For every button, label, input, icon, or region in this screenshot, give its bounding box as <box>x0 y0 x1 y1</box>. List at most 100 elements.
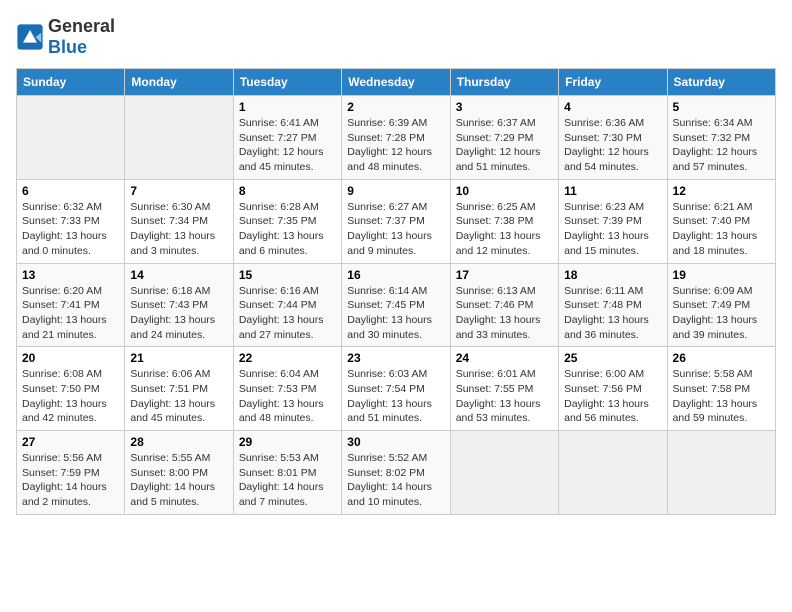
day-number: 21 <box>130 351 227 365</box>
calendar-cell: 20Sunrise: 6:08 AM Sunset: 7:50 PM Dayli… <box>17 347 125 431</box>
day-info: Sunrise: 6:21 AM Sunset: 7:40 PM Dayligh… <box>673 200 770 259</box>
day-number: 8 <box>239 184 336 198</box>
calendar-cell <box>17 96 125 180</box>
day-info: Sunrise: 6:13 AM Sunset: 7:46 PM Dayligh… <box>456 284 553 343</box>
day-info: Sunrise: 6:27 AM Sunset: 7:37 PM Dayligh… <box>347 200 444 259</box>
day-info: Sunrise: 6:41 AM Sunset: 7:27 PM Dayligh… <box>239 116 336 175</box>
day-info: Sunrise: 6:04 AM Sunset: 7:53 PM Dayligh… <box>239 367 336 426</box>
logo-blue: Blue <box>48 37 87 57</box>
day-number: 6 <box>22 184 119 198</box>
calendar-col-header: Wednesday <box>342 69 450 96</box>
calendar-cell: 24 Sunrise: 6:01 AM Sunset: 7:55 PM Dayli… <box>450 347 558 431</box>
day-number: 12 <box>673 184 770 198</box>
day-number: 19 <box>673 268 770 282</box>
day-info: Sunrise: 6:03 AM Sunset: 7:54 PM Dayligh… <box>347 367 444 426</box>
day-number: 23 <box>347 351 444 365</box>
calendar-cell: 14 Sunrise: 6:18 AM Sunset: 7:43 PM Dayli… <box>125 263 233 347</box>
day-info: Sunrise: 6:39 AM Sunset: 7:28 PM Dayligh… <box>347 116 444 175</box>
page-header: General Blue <box>16 16 776 58</box>
calendar-cell <box>559 431 667 515</box>
day-number: 22 <box>239 351 336 365</box>
calendar-cell: 5 Sunrise: 6:34 AM Sunset: 7:32 PM Daylig… <box>667 96 775 180</box>
day-info: Sunrise: 5:56 AM Sunset: 7:59 PM Dayligh… <box>22 451 119 510</box>
calendar-cell: 30Sunrise: 5:52 AM Sunset: 8:02 PM Dayli… <box>342 431 450 515</box>
day-info: Sunrise: 6:37 AM Sunset: 7:29 PM Dayligh… <box>456 116 553 175</box>
day-number: 16 <box>347 268 444 282</box>
day-info: Sunrise: 5:58 AM Sunset: 7:58 PM Dayligh… <box>673 367 770 426</box>
day-info: Sunrise: 6:32 AM Sunset: 7:33 PM Dayligh… <box>22 200 119 259</box>
calendar-cell: 8 Sunrise: 6:28 AM Sunset: 7:35 PM Daylig… <box>233 179 341 263</box>
calendar-cell: 16 Sunrise: 6:14 AM Sunset: 7:45 PM Dayli… <box>342 263 450 347</box>
calendar-cell: 21Sunrise: 6:06 AM Sunset: 7:51 PM Dayli… <box>125 347 233 431</box>
day-info: Sunrise: 6:16 AM Sunset: 7:44 PM Dayligh… <box>239 284 336 343</box>
day-info: Sunrise: 6:14 AM Sunset: 7:45 PM Dayligh… <box>347 284 444 343</box>
calendar-cell: 26 Sunrise: 5:58 AM Sunset: 7:58 PM Dayli… <box>667 347 775 431</box>
day-number: 28 <box>130 435 227 449</box>
calendar-cell: 29 Sunrise: 5:53 AM Sunset: 8:01 PM Dayli… <box>233 431 341 515</box>
day-number: 25 <box>564 351 661 365</box>
logo-general: General <box>48 16 115 36</box>
calendar-cell: 23 Sunrise: 6:03 AM Sunset: 7:54 PM Dayli… <box>342 347 450 431</box>
day-info: Sunrise: 6:11 AM Sunset: 7:48 PM Dayligh… <box>564 284 661 343</box>
calendar-cell: 1 Sunrise: 6:41 AM Sunset: 7:27 PM Daylig… <box>233 96 341 180</box>
calendar-cell: 19 Sunrise: 6:09 AM Sunset: 7:49 PM Dayli… <box>667 263 775 347</box>
calendar-col-header: Tuesday <box>233 69 341 96</box>
calendar-cell: 9 Sunrise: 6:27 AM Sunset: 7:37 PM Daylig… <box>342 179 450 263</box>
day-number: 11 <box>564 184 661 198</box>
calendar-cell: 3Sunrise: 6:37 AM Sunset: 7:29 PM Daylig… <box>450 96 558 180</box>
day-info: Sunrise: 6:01 AM Sunset: 7:55 PM Dayligh… <box>456 367 553 426</box>
day-number: 26 <box>673 351 770 365</box>
day-info: Sunrise: 6:30 AM Sunset: 7:34 PM Dayligh… <box>130 200 227 259</box>
day-info: Sunrise: 6:09 AM Sunset: 7:49 PM Dayligh… <box>673 284 770 343</box>
day-number: 10 <box>456 184 553 198</box>
day-info: Sunrise: 5:55 AM Sunset: 8:00 PM Dayligh… <box>130 451 227 510</box>
day-info: Sunrise: 5:53 AM Sunset: 8:01 PM Dayligh… <box>239 451 336 510</box>
calendar-cell: 25 Sunrise: 6:00 AM Sunset: 7:56 PM Dayli… <box>559 347 667 431</box>
calendar-cell: 12 Sunrise: 6:21 AM Sunset: 7:40 PM Dayli… <box>667 179 775 263</box>
calendar-cell: 22 Sunrise: 6:04 AM Sunset: 7:53 PM Dayli… <box>233 347 341 431</box>
day-info: Sunrise: 6:28 AM Sunset: 7:35 PM Dayligh… <box>239 200 336 259</box>
day-number: 1 <box>239 100 336 114</box>
day-number: 7 <box>130 184 227 198</box>
calendar-cell <box>450 431 558 515</box>
day-number: 24 <box>456 351 553 365</box>
day-number: 13 <box>22 268 119 282</box>
day-number: 30 <box>347 435 444 449</box>
day-number: 2 <box>347 100 444 114</box>
calendar-cell: 7 Sunrise: 6:30 AM Sunset: 7:34 PM Daylig… <box>125 179 233 263</box>
calendar-cell: 6 Sunrise: 6:32 AM Sunset: 7:33 PM Daylig… <box>17 179 125 263</box>
day-info: Sunrise: 6:23 AM Sunset: 7:39 PM Dayligh… <box>564 200 661 259</box>
calendar-week-row: 6 Sunrise: 6:32 AM Sunset: 7:33 PM Daylig… <box>17 179 776 263</box>
calendar-col-header: Saturday <box>667 69 775 96</box>
calendar-cell <box>667 431 775 515</box>
calendar-cell: 15 Sunrise: 6:16 AM Sunset: 7:44 PM Dayli… <box>233 263 341 347</box>
calendar-cell: 27 Sunrise: 5:56 AM Sunset: 7:59 PM Dayli… <box>17 431 125 515</box>
calendar-cell: 10 Sunrise: 6:25 AM Sunset: 7:38 PM Dayli… <box>450 179 558 263</box>
day-number: 29 <box>239 435 336 449</box>
calendar-col-header: Thursday <box>450 69 558 96</box>
day-info: Sunrise: 6:18 AM Sunset: 7:43 PM Dayligh… <box>130 284 227 343</box>
day-info: Sunrise: 6:08 AM Sunset: 7:50 PM Dayligh… <box>22 367 119 426</box>
day-number: 14 <box>130 268 227 282</box>
calendar-col-header: Friday <box>559 69 667 96</box>
logo: General Blue <box>16 16 115 58</box>
calendar-cell: 2 Sunrise: 6:39 AM Sunset: 7:28 PM Daylig… <box>342 96 450 180</box>
day-number: 5 <box>673 100 770 114</box>
calendar-week-row: 13Sunrise: 6:20 AM Sunset: 7:41 PM Dayli… <box>17 263 776 347</box>
day-number: 17 <box>456 268 553 282</box>
day-number: 4 <box>564 100 661 114</box>
calendar-header-row: SundayMondayTuesdayWednesdayThursdayFrid… <box>17 69 776 96</box>
day-info: Sunrise: 6:36 AM Sunset: 7:30 PM Dayligh… <box>564 116 661 175</box>
day-number: 9 <box>347 184 444 198</box>
calendar-week-row: 20Sunrise: 6:08 AM Sunset: 7:50 PM Dayli… <box>17 347 776 431</box>
day-number: 27 <box>22 435 119 449</box>
calendar-cell <box>125 96 233 180</box>
day-info: Sunrise: 6:00 AM Sunset: 7:56 PM Dayligh… <box>564 367 661 426</box>
day-number: 15 <box>239 268 336 282</box>
calendar-cell: 13Sunrise: 6:20 AM Sunset: 7:41 PM Dayli… <box>17 263 125 347</box>
day-info: Sunrise: 6:25 AM Sunset: 7:38 PM Dayligh… <box>456 200 553 259</box>
calendar-table: SundayMondayTuesdayWednesdayThursdayFrid… <box>16 68 776 515</box>
calendar-week-row: 27 Sunrise: 5:56 AM Sunset: 7:59 PM Dayli… <box>17 431 776 515</box>
day-info: Sunrise: 6:34 AM Sunset: 7:32 PM Dayligh… <box>673 116 770 175</box>
day-number: 18 <box>564 268 661 282</box>
